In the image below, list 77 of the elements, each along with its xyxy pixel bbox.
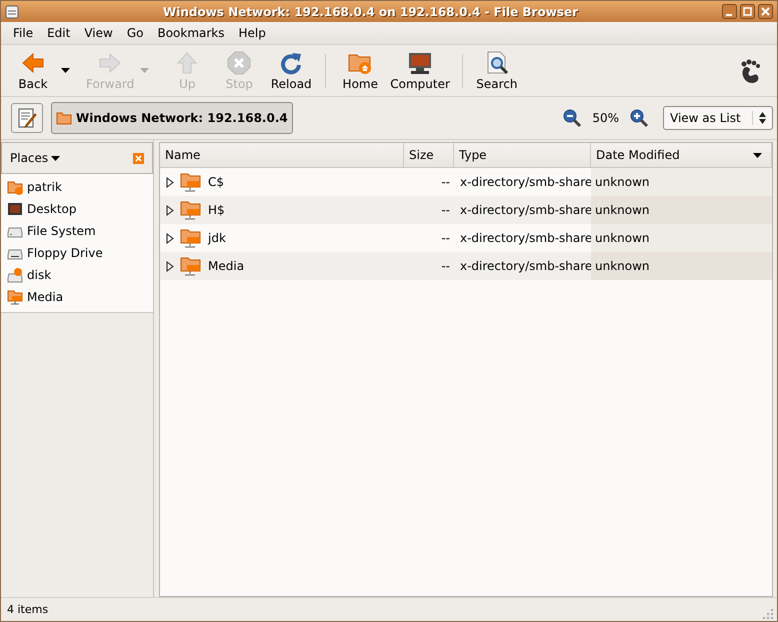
toolbar-button[interactable]: Computer bbox=[386, 50, 454, 90]
sidebar-item[interactable]: Desktop bbox=[27, 202, 76, 216]
folder-icon bbox=[56, 111, 72, 125]
toolbar-button[interactable]: Search bbox=[470, 50, 523, 90]
zoom-out-icon[interactable] bbox=[562, 108, 582, 128]
sidebar-item[interactable]: Media bbox=[27, 290, 64, 304]
dropdown-arrow-icon[interactable] bbox=[61, 68, 70, 73]
table-cell: -- bbox=[441, 231, 450, 245]
column-header[interactable]: Date Modified bbox=[591, 143, 772, 167]
table-cell: x-directory/smb-share bbox=[460, 259, 592, 273]
maximize-icon[interactable] bbox=[740, 4, 755, 19]
table-cell: -- bbox=[441, 259, 450, 273]
arrow-right-icon bbox=[98, 50, 122, 74]
usb-drive-icon bbox=[7, 267, 23, 283]
window-menu-icon bbox=[5, 4, 19, 18]
table-cell: C$ bbox=[208, 175, 224, 189]
footprint-logo-icon bbox=[739, 58, 761, 84]
desktop-icon bbox=[7, 201, 23, 217]
minimize-icon[interactable] bbox=[722, 4, 737, 19]
arrow-left-icon bbox=[21, 50, 45, 74]
table-cell: x-directory/smb-share bbox=[460, 203, 592, 217]
zoom-in-icon[interactable] bbox=[629, 108, 649, 128]
menu-item[interactable]: View bbox=[78, 24, 119, 42]
toolbar-button[interactable]: Back bbox=[7, 50, 59, 90]
reload-icon bbox=[279, 50, 304, 74]
column-header[interactable]: Size bbox=[404, 143, 454, 167]
window-title: Windows Network: 192.168.0.4 on 192.168.0.4 - File Browser bbox=[162, 4, 579, 18]
sidebar-item[interactable]: File System bbox=[27, 224, 96, 238]
menu-item[interactable]: Help bbox=[232, 24, 272, 42]
computer-icon bbox=[408, 50, 432, 74]
arrow-up-icon bbox=[175, 50, 200, 74]
search-icon bbox=[484, 50, 509, 74]
sidebar-item[interactable]: patrik bbox=[27, 180, 62, 194]
resize-grip-icon bbox=[763, 609, 773, 619]
expander-icon bbox=[166, 176, 174, 188]
table-cell: jdk bbox=[208, 231, 226, 245]
table-cell: x-directory/smb-share bbox=[460, 231, 592, 245]
expander-icon bbox=[166, 204, 174, 216]
table-cell: unknown bbox=[595, 175, 650, 189]
spin-arrows-icon bbox=[759, 112, 766, 124]
caret-icon bbox=[51, 156, 60, 160]
table-cell: x-directory/smb-share bbox=[460, 175, 592, 189]
menu-item[interactable]: Edit bbox=[41, 24, 76, 42]
view-dropdown[interactable]: View as List bbox=[663, 106, 773, 130]
menu-item[interactable]: Go bbox=[120, 24, 150, 42]
expander-icon bbox=[166, 232, 174, 244]
edit-location-button[interactable] bbox=[11, 103, 43, 133]
notepad-pencil-icon bbox=[17, 108, 37, 128]
stop-icon bbox=[227, 50, 252, 74]
places-dropdown[interactable]: Places bbox=[10, 151, 60, 165]
table-cell: H$ bbox=[208, 203, 225, 217]
menu-item[interactable]: Bookmarks bbox=[151, 24, 231, 42]
close-icon[interactable] bbox=[758, 4, 773, 19]
column-header[interactable]: Name bbox=[160, 143, 404, 167]
table-cell: Media bbox=[208, 259, 244, 273]
table-cell: -- bbox=[441, 175, 450, 189]
sort-arrow-icon bbox=[753, 152, 762, 158]
network-folder-icon bbox=[180, 228, 202, 248]
table-cell: -- bbox=[441, 203, 450, 217]
zoom-level: 50% bbox=[591, 111, 620, 125]
expander-icon bbox=[166, 260, 174, 272]
column-header[interactable]: Type bbox=[454, 143, 591, 167]
network-folder-icon bbox=[180, 256, 202, 276]
toolbar-button[interactable]: Reload bbox=[265, 50, 318, 90]
table-cell: unknown bbox=[595, 203, 650, 217]
table-cell: unknown bbox=[595, 259, 650, 273]
network-folder-icon bbox=[180, 172, 202, 192]
status-text: 4 items bbox=[7, 603, 48, 616]
path-button[interactable]: Windows Network: 192.168.0.4 bbox=[51, 102, 293, 134]
sidebar-item[interactable]: Floppy Drive bbox=[27, 246, 103, 260]
sidebar-item[interactable]: disk bbox=[27, 268, 52, 282]
network-folder-icon bbox=[180, 200, 202, 220]
network-folder-icon bbox=[7, 289, 23, 305]
toolbar-button[interactable]: Home bbox=[334, 50, 386, 90]
menu-item[interactable]: File bbox=[7, 24, 40, 42]
table-cell: unknown bbox=[595, 231, 650, 245]
home-folder-icon bbox=[7, 179, 23, 195]
